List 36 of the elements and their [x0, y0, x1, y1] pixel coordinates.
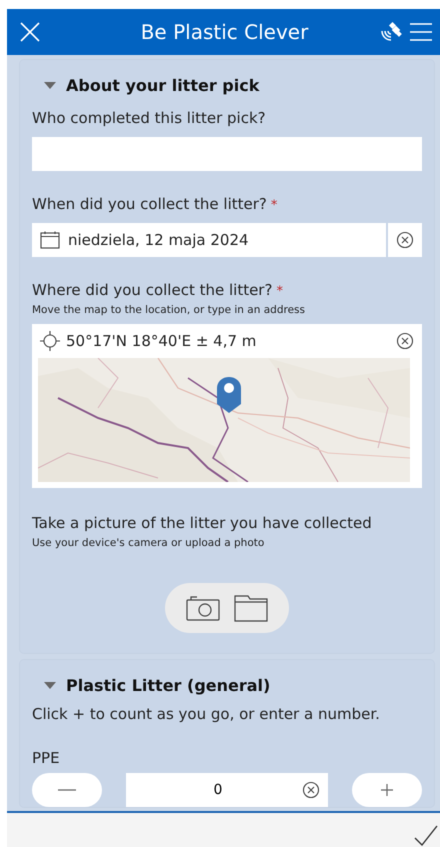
- required-marker: *: [270, 198, 278, 213]
- checkmark-icon: [414, 825, 438, 847]
- number-field[interactable]: 0: [126, 773, 328, 807]
- clear-icon: [302, 781, 320, 799]
- required-marker: *: [276, 284, 283, 299]
- calendar-icon: [40, 231, 60, 249]
- close-icon: [19, 21, 41, 43]
- section-header[interactable]: About your litter pick: [32, 70, 260, 99]
- camera-icon: [186, 595, 220, 621]
- question-hint: Use your device's camera or upload a photo: [32, 537, 266, 549]
- crosshair-icon: [40, 331, 60, 351]
- question-hint: Move the map to the location, or type in an address: [32, 304, 306, 316]
- camera-button[interactable]: [186, 595, 220, 621]
- folder-button[interactable]: [234, 594, 268, 622]
- question-label: Take a picture of the litter you have collected: [32, 514, 373, 532]
- question-label: When did you collect the litter? *: [32, 195, 278, 213]
- question-label: Where did you collect the litter? *: [32, 281, 284, 299]
- question-label: Who completed this litter pick?: [32, 109, 267, 127]
- clear-icon: [396, 332, 414, 350]
- section-header[interactable]: Plastic Litter (general): [32, 670, 270, 699]
- section-intro: Click + to count as you go, or enter a number.: [32, 705, 381, 723]
- folder-icon: [234, 594, 268, 622]
- submit-button[interactable]: [414, 825, 440, 847]
- coordinates-value: 50°17'N 18°40'E ± 4,7 m: [66, 332, 258, 350]
- clear-button[interactable]: [388, 223, 422, 257]
- text-field[interactable]: [32, 137, 422, 171]
- map-pin-icon: [216, 376, 242, 414]
- location-field[interactable]: 50°17'N 18°40'E ± 4,7 m: [32, 324, 422, 488]
- clear-icon: [396, 231, 414, 249]
- plus-icon: [381, 784, 393, 796]
- minus-icon: [58, 789, 76, 791]
- menu-icon: [410, 22, 432, 42]
- question-label: PPE: [32, 749, 61, 767]
- app-title: Be Plastic Clever: [140, 20, 310, 44]
- date-field[interactable]: niedziela, 12 maja 2024: [32, 223, 386, 257]
- clear-button[interactable]: [394, 332, 416, 350]
